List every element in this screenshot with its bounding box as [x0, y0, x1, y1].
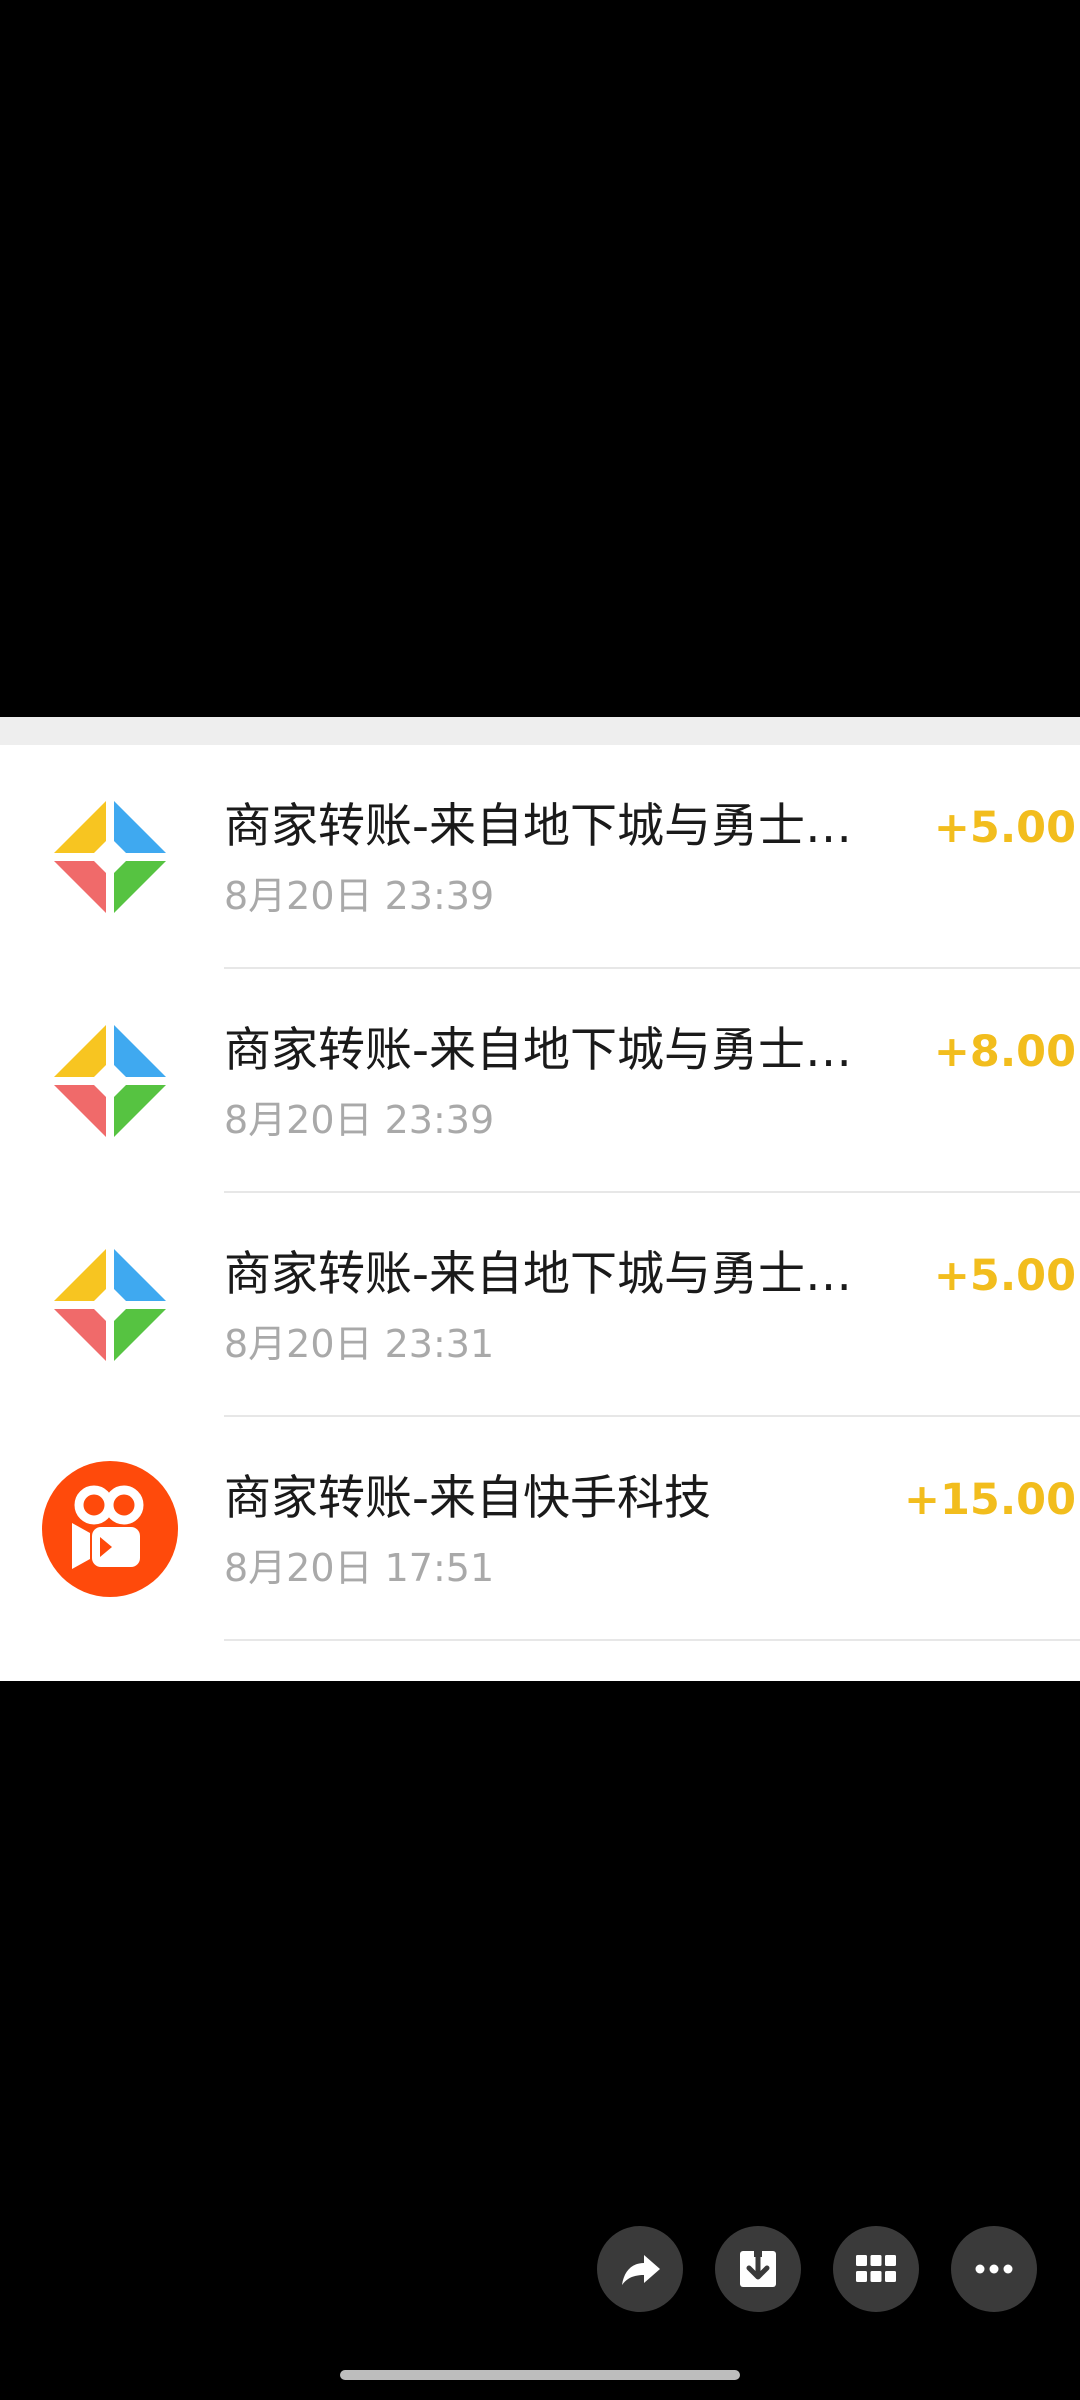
transaction-title: 商家转账-来自快手科技 — [224, 1471, 711, 1526]
more-button[interactable] — [951, 2226, 1037, 2312]
list-top-strip — [0, 717, 1080, 745]
transaction-amount: +5.00 — [933, 1251, 1076, 1301]
more-icon — [975, 2264, 1013, 2274]
grid-icon — [856, 2255, 896, 2282]
download-icon — [740, 2249, 776, 2287]
transaction-row[interactable]: 商家转账-来自地下城与勇士… 8月20日 23:39 +5.00 — [0, 745, 1080, 969]
grid-button[interactable] — [833, 2226, 919, 2312]
transaction-list-screenshot: 商家转账-来自地下城与勇士… 8月20日 23:39 +5.00 商家转账-来自… — [0, 717, 1080, 1681]
transaction-title: 商家转账-来自地下城与勇士… — [224, 1023, 852, 1078]
dnf-game-logo-icon — [54, 1025, 166, 1137]
transaction-row[interactable]: 商家转账-来自地下城与勇士… 8月20日 23:39 +8.00 — [0, 969, 1080, 1193]
transaction-time: 8月20日 23:31 — [224, 1322, 495, 1366]
home-indicator[interactable] — [340, 2370, 740, 2380]
dnf-game-logo-icon — [54, 801, 166, 913]
transaction-amount: +5.00 — [933, 803, 1076, 853]
transaction-row[interactable]: 商家转账-来自地下城与勇士… 8月20日 23:31 +5.00 — [0, 1193, 1080, 1417]
transaction-title: 商家转账-来自地下城与勇士… — [224, 799, 852, 854]
dnf-game-logo-icon — [54, 1249, 166, 1361]
transaction-time: 8月20日 23:39 — [224, 1098, 495, 1142]
transaction-amount: +15.00 — [903, 1475, 1076, 1525]
transaction-amount: +8.00 — [933, 1027, 1076, 1077]
image-viewer: 商家转账-来自地下城与勇士… 8月20日 23:39 +5.00 商家转账-来自… — [0, 0, 1080, 2400]
kuaishou-logo-icon — [42, 1461, 178, 1597]
transaction-row[interactable]: 商家转账-来自快手科技 8月20日 17:51 +15.00 — [0, 1417, 1080, 1641]
share-icon — [622, 2255, 660, 2285]
transaction-time: 8月20日 17:51 — [224, 1546, 495, 1590]
share-button[interactable] — [597, 2226, 683, 2312]
download-button[interactable] — [715, 2226, 801, 2312]
row-divider — [224, 1639, 1080, 1641]
transaction-time: 8月20日 23:39 — [224, 874, 495, 918]
transaction-title: 商家转账-来自地下城与勇士… — [224, 1247, 852, 1302]
